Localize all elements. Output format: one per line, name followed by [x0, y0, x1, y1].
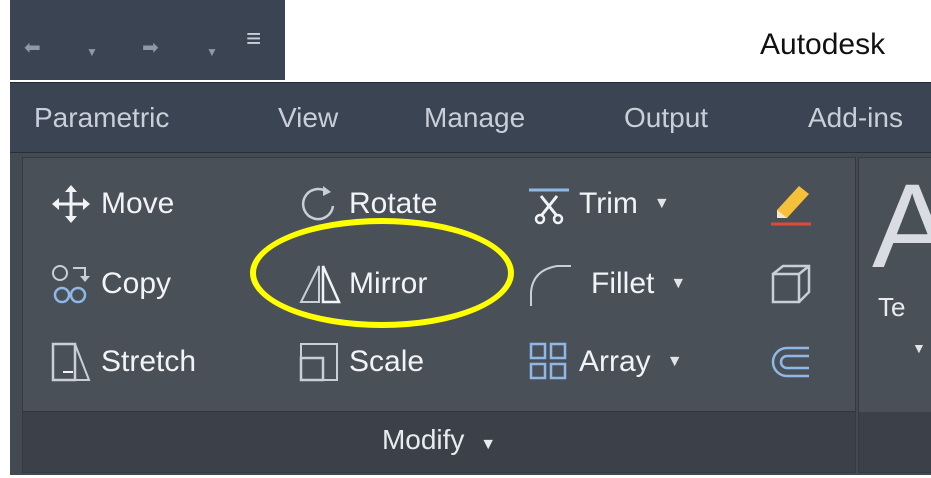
trim-icon — [529, 188, 569, 225]
modify-title-label: Modify — [381, 424, 465, 455]
modify-panel-title: Modify ▼ — [23, 424, 855, 456]
stretch-icon — [51, 342, 91, 382]
text-dropdown-icon[interactable]: ▼ — [912, 340, 926, 356]
stretch-label: Stretch — [101, 345, 197, 378]
copy-label: Copy — [101, 267, 172, 300]
scale-button[interactable]: Scale — [297, 338, 424, 386]
tab-add-ins[interactable]: Add-ins — [808, 102, 903, 134]
tab-output[interactable]: Output — [624, 102, 708, 134]
move-icon — [52, 185, 90, 223]
stretch-button[interactable]: Stretch — [49, 338, 196, 386]
customize-icon[interactable]: ≡ — [246, 25, 261, 51]
panel-expand-icon[interactable]: ▼ — [480, 436, 496, 453]
copy-button[interactable]: Copy — [49, 260, 171, 308]
fillet-dropdown-icon[interactable]: ▼ — [670, 275, 686, 293]
trim-button[interactable]: Trim ▼ — [527, 180, 670, 228]
ribbon-tab-bar: Parametric View Manage Output Add-ins — [10, 82, 931, 153]
text-label[interactable]: Te — [878, 292, 905, 323]
redo-icon[interactable]: ➡ — [142, 38, 159, 58]
tab-view[interactable]: View — [278, 102, 338, 134]
offset-icon[interactable] — [769, 340, 813, 384]
fillet-label: Fillet — [591, 267, 655, 300]
copy-icon — [52, 265, 90, 304]
array-label: Array — [579, 345, 651, 378]
scale-label: Scale — [349, 345, 425, 378]
array-dropdown-icon[interactable]: ▼ — [667, 353, 683, 371]
scale-icon — [299, 343, 338, 382]
tab-parametric[interactable]: Parametric — [34, 102, 169, 134]
trim-dropdown-icon[interactable]: ▼ — [654, 195, 670, 213]
fillet-button[interactable]: Fillet ▼ — [527, 260, 686, 308]
text-panel-footer — [859, 412, 931, 472]
undo-dropdown-icon[interactable]: ▼ — [86, 42, 98, 62]
array-button[interactable]: Array ▼ — [527, 338, 683, 386]
move-button[interactable]: Move — [49, 180, 174, 228]
redo-dropdown-icon[interactable]: ▼ — [206, 42, 218, 62]
trim-label: Trim — [579, 187, 638, 220]
rotate-icon — [301, 186, 335, 221]
modify-panel-footer[interactable]: Modify ▼ — [23, 411, 855, 472]
explode-icon[interactable] — [769, 262, 813, 306]
highlight-ellipse — [250, 218, 514, 328]
array-icon — [529, 342, 567, 380]
rotate-label: Rotate — [349, 187, 438, 220]
text-icon[interactable]: A — [872, 166, 931, 286]
move-label: Move — [101, 187, 175, 220]
fillet-icon — [530, 265, 571, 306]
erase-icon[interactable] — [769, 182, 813, 226]
quick-access-toolbar: ⬅ ▼ ➡ ▼ ≡ — [10, 0, 285, 80]
app-title: Autodesk — [760, 28, 886, 61]
undo-icon[interactable]: ⬅ — [24, 38, 41, 58]
tab-manage[interactable]: Manage — [424, 102, 525, 134]
